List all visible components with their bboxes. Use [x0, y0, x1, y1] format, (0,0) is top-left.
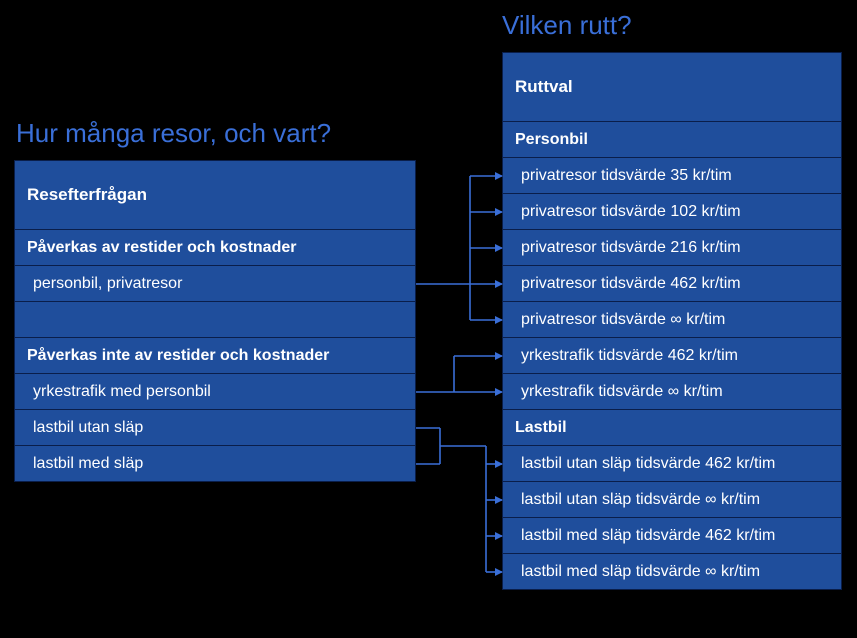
right-row: privatresor tidsvärde 462 kr/tim	[502, 266, 842, 302]
left-box: Resefterfrågan Påverkas av restider och …	[14, 160, 416, 482]
right-row: privatresor tidsvärde ∞ kr/tim	[502, 302, 842, 338]
right-row: privatresor tidsvärde 216 kr/tim	[502, 230, 842, 266]
right-row: lastbil utan släp tidsvärde 462 kr/tim	[502, 446, 842, 482]
right-row: lastbil utan släp tidsvärde ∞ kr/tim	[502, 482, 842, 518]
left-row: lastbil utan släp	[14, 410, 416, 446]
right-row: privatresor tidsvärde 102 kr/tim	[502, 194, 842, 230]
right-box: Ruttval Personbil privatresor tidsvärde …	[502, 52, 842, 590]
right-sub-personbil: Personbil	[502, 122, 842, 158]
left-empty	[14, 302, 416, 338]
left-row: personbil, privatresor	[14, 266, 416, 302]
right-row: lastbil med släp tidsvärde 462 kr/tim	[502, 518, 842, 554]
right-header: Ruttval	[502, 52, 842, 122]
right-row: privatresor tidsvärde 35 kr/tim	[502, 158, 842, 194]
left-row: lastbil med släp	[14, 446, 416, 482]
heading-right: Vilken rutt?	[502, 10, 632, 41]
left-header: Resefterfrågan	[14, 160, 416, 230]
left-sub2: Påverkas inte av restider och kostnader	[14, 338, 416, 374]
right-row: lastbil med släp tidsvärde ∞ kr/tim	[502, 554, 842, 590]
right-row: yrkestrafik tidsvärde ∞ kr/tim	[502, 374, 842, 410]
left-sub1: Påverkas av restider och kostnader	[14, 230, 416, 266]
left-row: yrkestrafik med personbil	[14, 374, 416, 410]
right-sub-lastbil: Lastbil	[502, 410, 842, 446]
heading-left: Hur många resor, och vart?	[16, 118, 331, 149]
right-row: yrkestrafik tidsvärde 462 kr/tim	[502, 338, 842, 374]
